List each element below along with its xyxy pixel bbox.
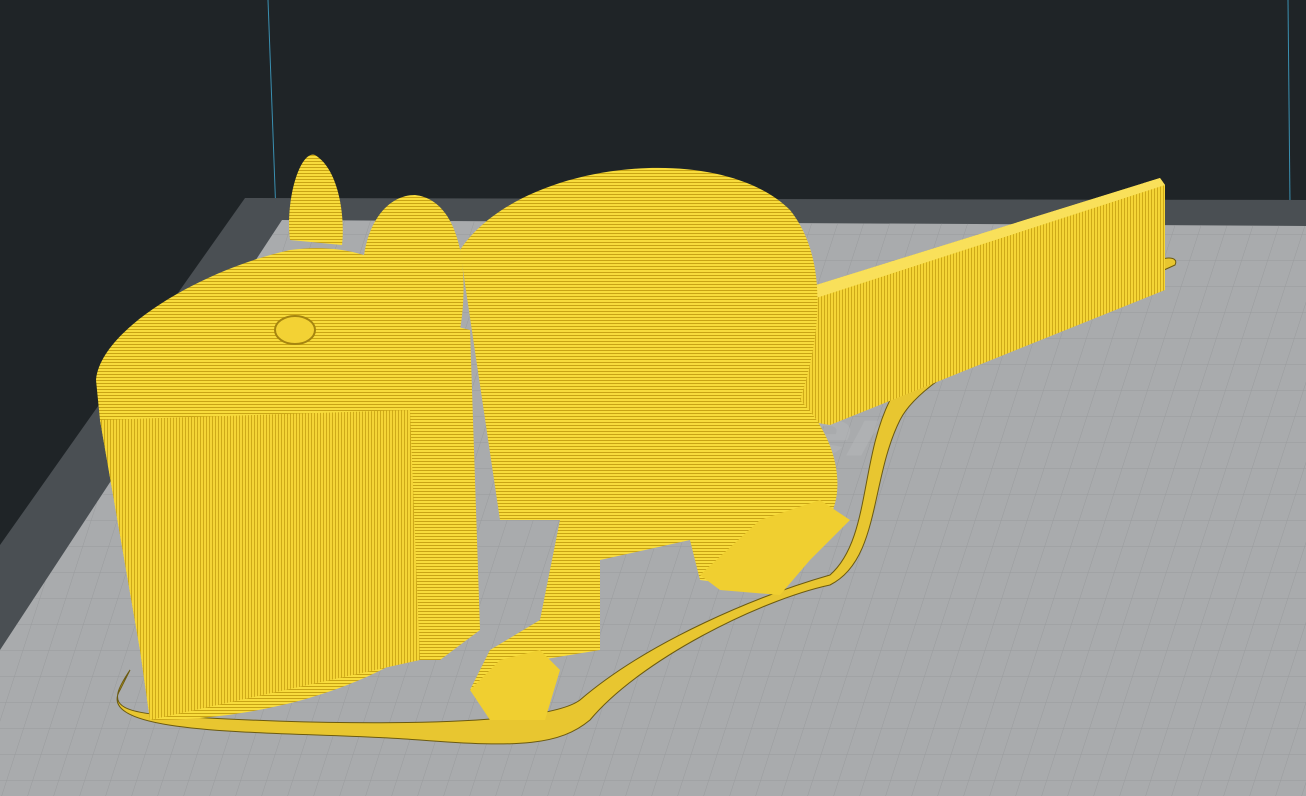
rat-tail <box>800 178 1165 425</box>
rat-ear-left <box>289 154 343 245</box>
rat-ear-right <box>362 195 464 345</box>
rat-front-paw <box>470 650 560 720</box>
rat-eye <box>274 315 316 345</box>
rat-body <box>460 167 838 700</box>
3d-viewport[interactable]: er <box>0 0 1306 796</box>
rat-model[interactable] <box>0 0 1306 796</box>
